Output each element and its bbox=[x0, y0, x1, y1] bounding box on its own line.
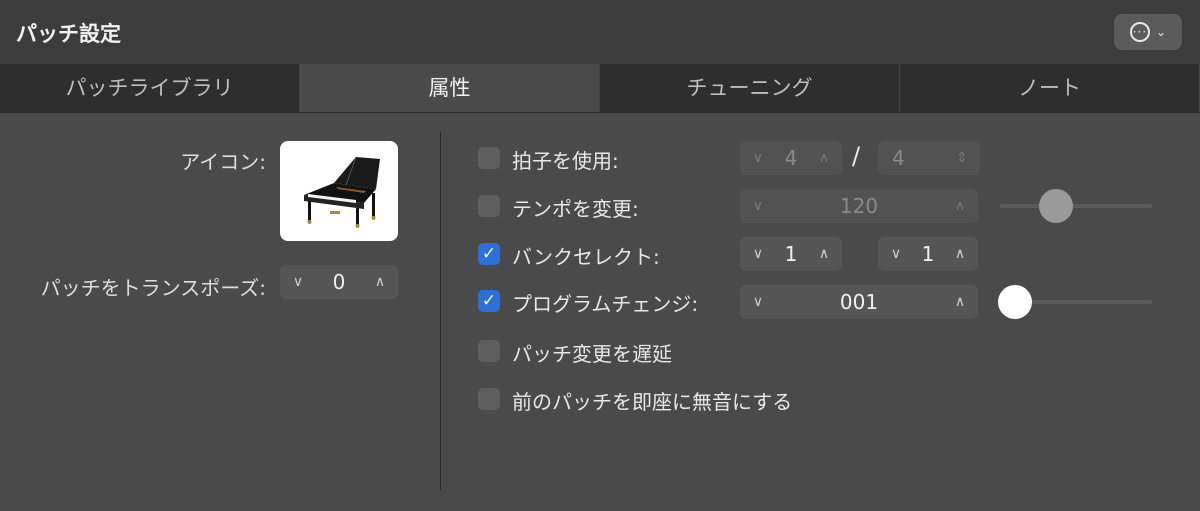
tempo-value: 120 bbox=[839, 194, 879, 218]
tempo-stepper[interactable]: ∨ 120 ∧ bbox=[740, 189, 978, 223]
bank-select-value-2: 1 bbox=[921, 242, 935, 266]
patch-icon-well[interactable] bbox=[280, 141, 398, 241]
ellipsis-icon: ··· bbox=[1129, 22, 1150, 42]
chevron-down-icon[interactable]: ∨ bbox=[748, 150, 768, 166]
column-divider bbox=[440, 132, 441, 490]
program-change-value: 001 bbox=[839, 290, 879, 314]
tab-notes[interactable]: ノート bbox=[900, 64, 1200, 112]
chevron-down-icon[interactable]: ∨ bbox=[748, 198, 768, 214]
transpose-label: パッチをトランスポーズ: bbox=[40, 276, 266, 300]
delay-patch-change-label: パッチ変更を遅延 bbox=[512, 342, 672, 366]
grand-piano-icon bbox=[304, 156, 380, 228]
bank-select-value-1: 1 bbox=[784, 242, 798, 266]
program-change-checkbox[interactable] bbox=[478, 290, 500, 312]
chevron-down-icon[interactable]: ∨ bbox=[748, 246, 768, 262]
transpose-stepper[interactable]: ∨ 0 ∧ bbox=[280, 265, 398, 299]
bank-select-checkbox[interactable] bbox=[478, 243, 500, 265]
chevron-down-icon: ⌄ bbox=[1155, 25, 1167, 39]
numerator-value: 4 bbox=[784, 146, 798, 170]
tempo-label: テンポを変更: bbox=[512, 197, 639, 221]
chevron-up-icon[interactable]: ∧ bbox=[950, 198, 970, 214]
tempo-checkbox[interactable] bbox=[478, 195, 500, 217]
window-title: パッチ設定 bbox=[16, 22, 121, 46]
tab-patch-library[interactable]: パッチライブラリ bbox=[0, 64, 300, 112]
tempo-slider-track[interactable] bbox=[1000, 204, 1152, 208]
title-bar: パッチ設定 ··· ⌄ bbox=[0, 0, 1200, 64]
program-change-label: プログラムチェンジ: bbox=[512, 292, 699, 316]
delay-patch-change-checkbox[interactable] bbox=[478, 340, 500, 362]
bank-select-stepper-2[interactable]: ∨ 1 ∧ bbox=[878, 237, 978, 271]
program-change-slider-knob[interactable] bbox=[998, 285, 1032, 319]
tab-tuning[interactable]: チューニング bbox=[600, 64, 900, 112]
mute-previous-patch-checkbox[interactable] bbox=[478, 388, 500, 410]
time-signature-numerator-stepper[interactable]: ∨ 4 ∧ bbox=[740, 141, 842, 175]
tab-bar: パッチライブラリ 属性 チューニング ノート bbox=[0, 64, 1200, 113]
tab-attributes[interactable]: 属性 bbox=[300, 64, 600, 112]
transpose-value: 0 bbox=[332, 270, 346, 294]
chevron-up-icon[interactable]: ∧ bbox=[814, 150, 834, 166]
bank-select-label: バンクセレクト: bbox=[512, 245, 660, 269]
chevron-up-icon[interactable]: ∧ bbox=[370, 274, 390, 290]
chevron-down-icon[interactable]: ∨ bbox=[288, 274, 308, 290]
time-signature-label: 拍子を使用: bbox=[512, 149, 619, 173]
icon-label: アイコン: bbox=[180, 150, 266, 174]
time-signature-separator: / bbox=[852, 142, 861, 170]
chevron-up-icon[interactable]: ∧ bbox=[950, 246, 970, 262]
chevron-up-icon[interactable]: ∧ bbox=[814, 246, 834, 262]
time-signature-checkbox[interactable] bbox=[478, 147, 500, 169]
chevron-down-icon[interactable]: ∨ bbox=[748, 294, 768, 310]
program-change-stepper[interactable]: ∨ 001 ∧ bbox=[740, 285, 978, 319]
mute-previous-patch-label: 前のパッチを即座に無音にする bbox=[512, 390, 793, 414]
chevron-up-icon[interactable]: ∧ bbox=[950, 294, 970, 310]
up-down-chevron-icon: ⇕ bbox=[956, 150, 968, 166]
chevron-down-icon[interactable]: ∨ bbox=[886, 246, 906, 262]
tempo-slider-knob[interactable] bbox=[1039, 189, 1074, 223]
denominator-value: 4 bbox=[892, 146, 905, 170]
more-options-button[interactable]: ··· ⌄ bbox=[1114, 14, 1182, 50]
bank-select-stepper-1[interactable]: ∨ 1 ∧ bbox=[740, 237, 842, 271]
time-signature-denominator-popup[interactable]: 4 ⇕ bbox=[878, 141, 980, 175]
